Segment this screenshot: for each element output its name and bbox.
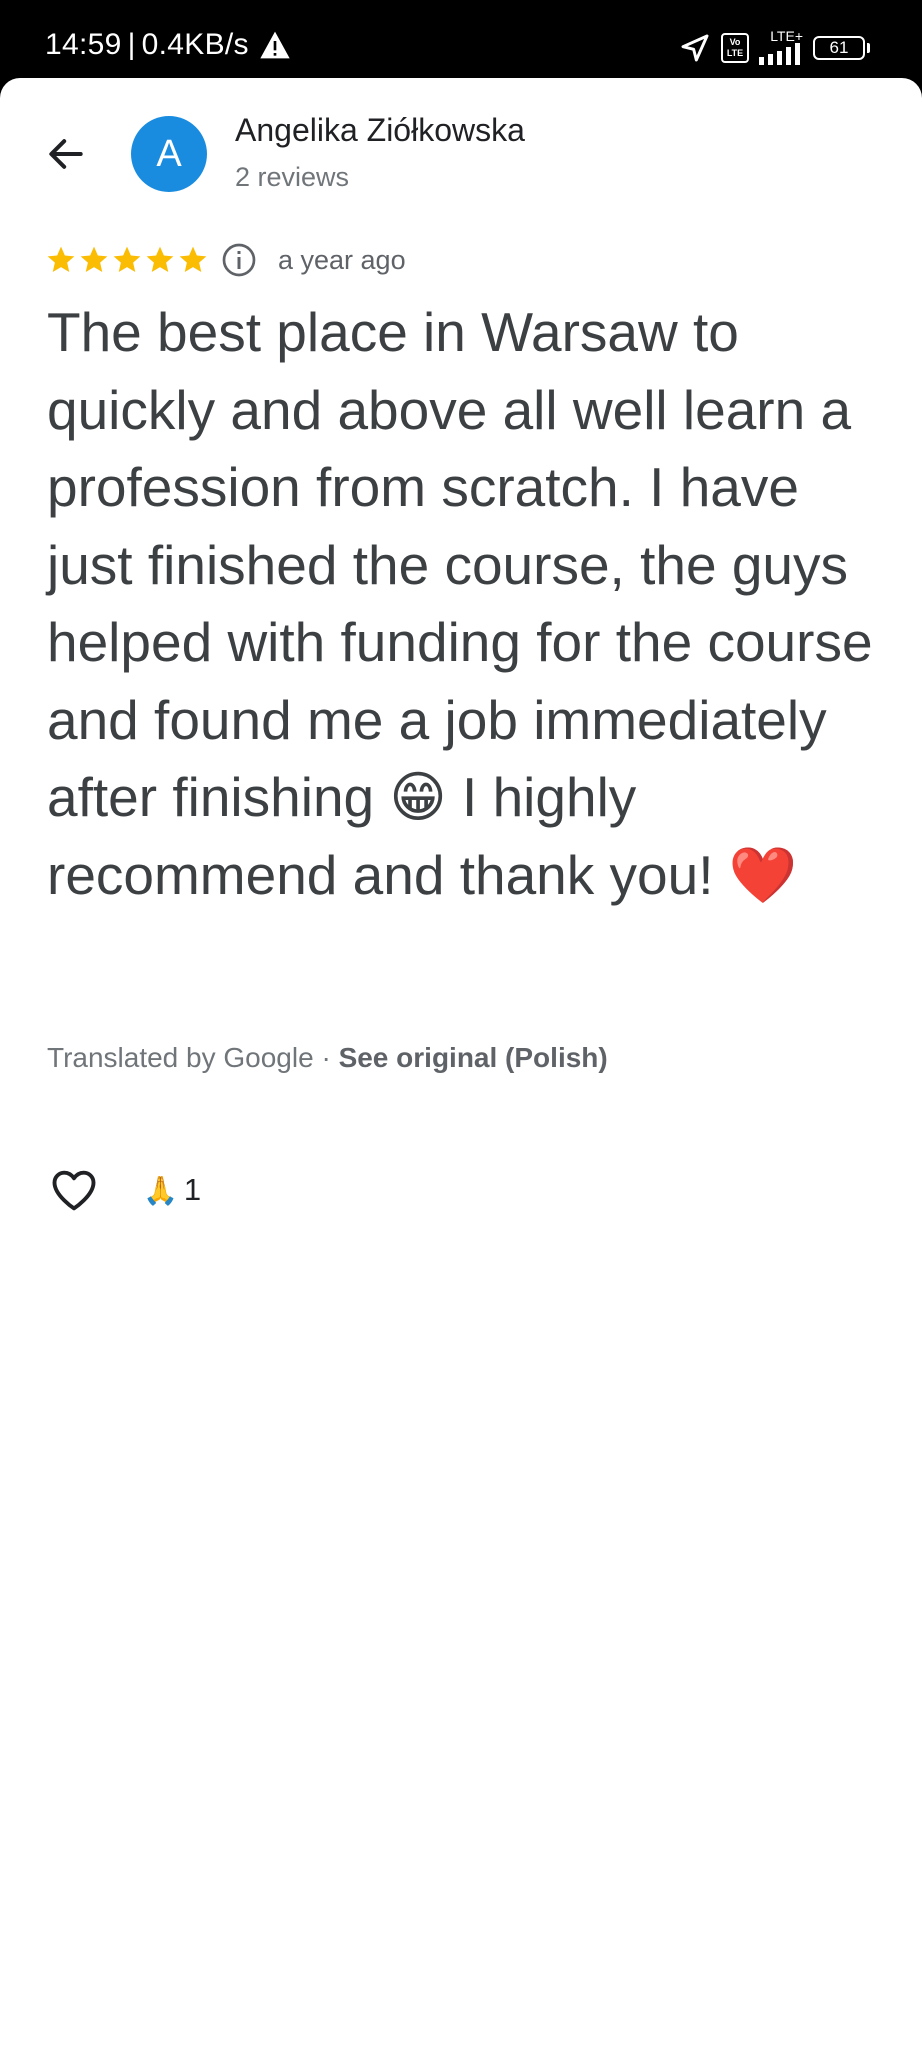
review-actions: 🙏 1 [47,1163,201,1217]
review-date: a year ago [278,244,406,275]
battery-tip [867,42,870,53]
battery-level: 61 [813,35,865,60]
status-bar: 14:59 | 0.4KB/s Vo LTE LTE+ 61 [0,0,922,78]
avatar[interactable]: A [131,116,207,192]
heart-outline-icon [52,1170,96,1211]
star-icon [179,246,207,272]
reaction-count: 1 [183,1172,202,1207]
reaction-emoji: 🙏 [143,1174,178,1206]
arrow-left-icon [49,139,83,169]
review-sheet: A Angelika Ziółkowska 2 reviews a year a… [0,78,922,2048]
status-right: Vo LTE LTE+ 61 [679,28,870,65]
volte-icon: Vo LTE [721,32,749,63]
info-icon[interactable] [221,242,257,278]
status-time: 14:59 [45,28,122,61]
signal-bars [759,43,800,65]
review-text: The best place in Warsaw to quickly and … [47,301,873,906]
network-type: LTE+ [770,28,803,44]
reaction-chip[interactable]: 🙏 1 [143,1172,201,1208]
star-icon [113,246,141,272]
translated-by-label: Translated by Google [47,1042,314,1073]
battery-icon: 61 [813,35,870,60]
see-original-link[interactable]: See original (Polish) [339,1042,608,1073]
translation-info: Translated by Google · See original (Pol… [47,1042,608,1074]
star-rating [45,244,209,276]
review-count: 2 reviews [235,162,350,192]
reviewer-name[interactable]: Angelika Ziółkowska [235,112,525,149]
location-arrow-icon [681,34,709,61]
dot-separator: · [321,1042,331,1073]
star-icon [80,246,108,272]
back-button[interactable] [38,126,94,182]
signal-icon: LTE+ [759,28,803,65]
network-speed: 0.4KB/s [141,28,249,61]
rating-row: a year ago [45,242,406,278]
status-separator: | [127,28,136,61]
warning-icon [260,31,290,59]
status-left: 14:59 | 0.4KB/s [45,28,291,62]
star-icon [47,246,75,272]
star-icon [146,246,174,272]
like-button[interactable] [47,1163,101,1217]
